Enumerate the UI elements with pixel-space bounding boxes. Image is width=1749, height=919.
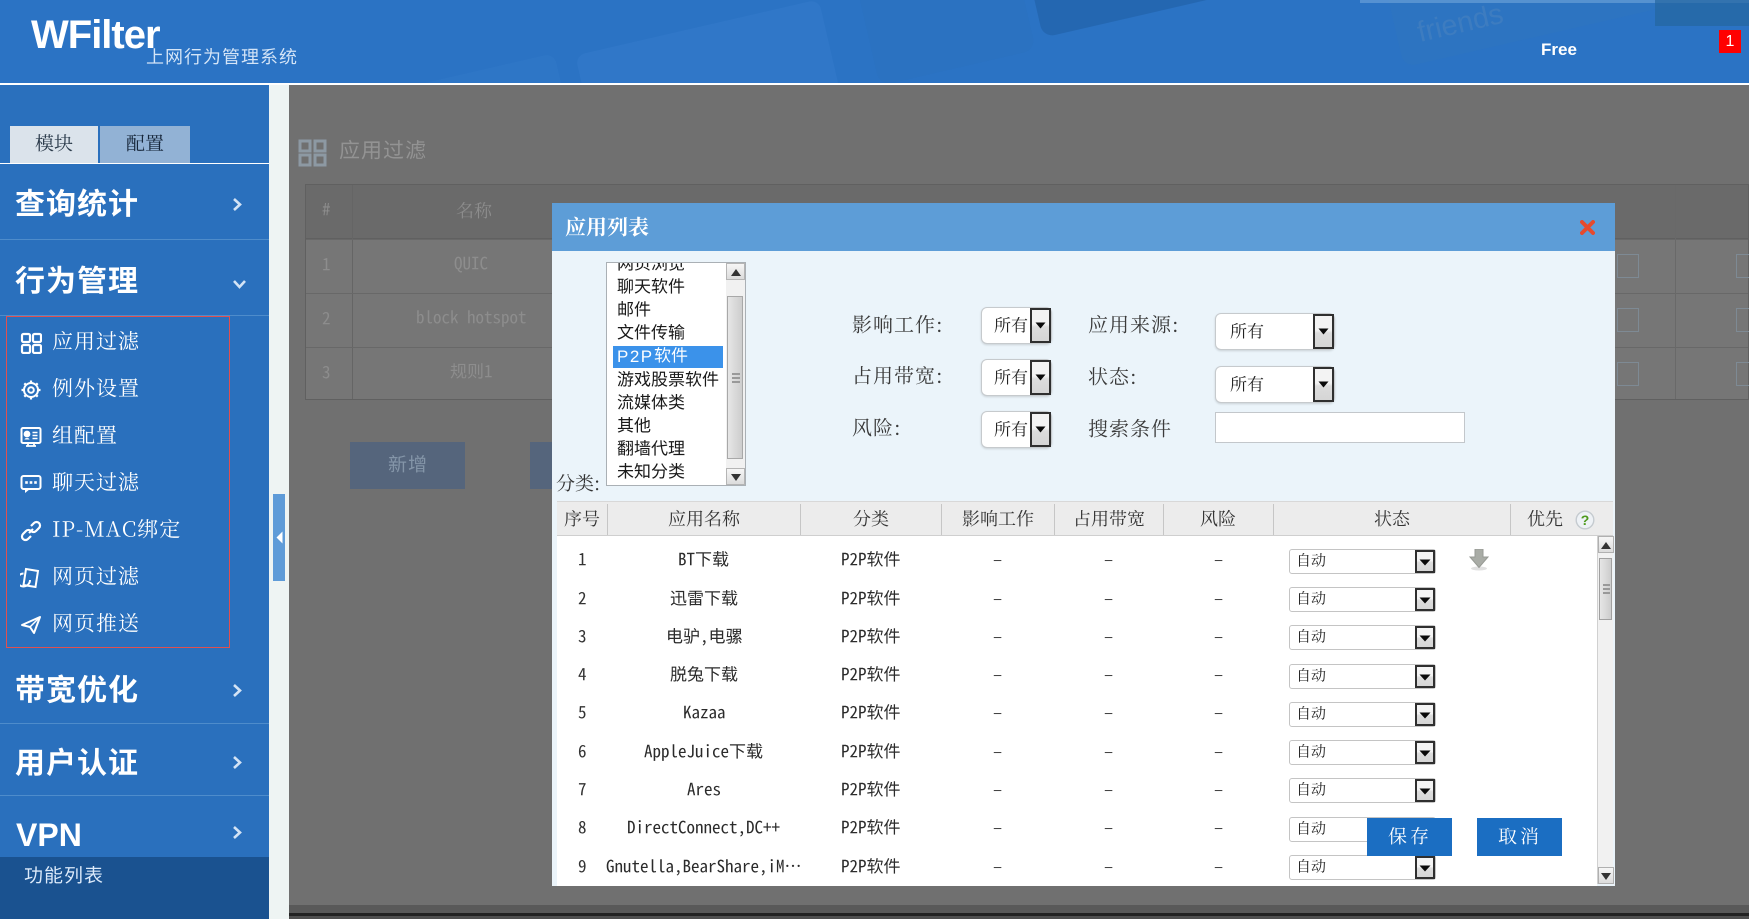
svg-text:?: ?	[1581, 512, 1590, 528]
